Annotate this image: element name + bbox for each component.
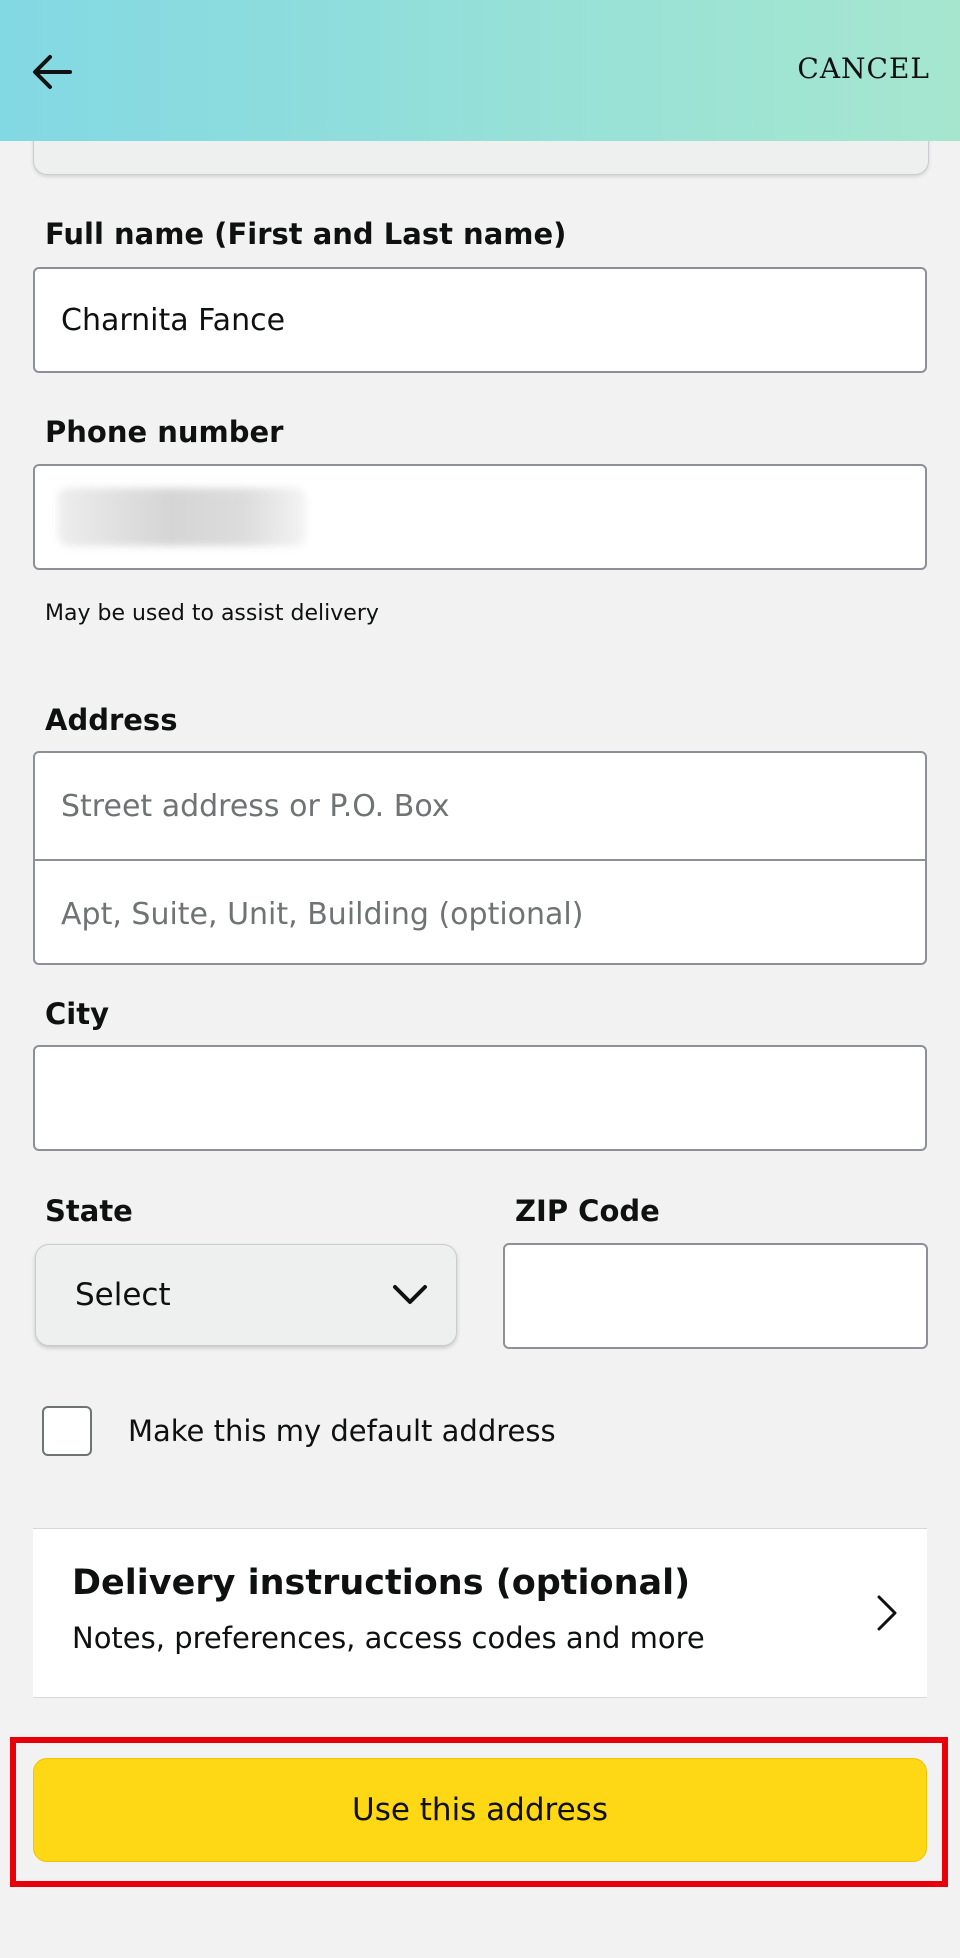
top-app-bar: CANCEL <box>0 0 960 141</box>
state-label: State <box>45 1194 133 1228</box>
default-address-checkbox[interactable] <box>42 1406 92 1456</box>
phone-number-label: Phone number <box>45 415 284 449</box>
street-address-input[interactable] <box>35 753 925 859</box>
delivery-instructions-title: Delivery instructions (optional) <box>72 1563 691 1603</box>
state-selected-value: Select <box>75 1277 171 1313</box>
state-dropdown[interactable]: Select <box>35 1244 457 1346</box>
cancel-button[interactable]: CANCEL <box>797 52 930 85</box>
redacted-phone-number <box>58 488 306 546</box>
address-label: Address <box>45 703 178 737</box>
address-field-group <box>33 751 927 965</box>
delivery-instructions-row[interactable]: Delivery instructions (optional) Notes, … <box>33 1528 927 1698</box>
use-this-address-button[interactable]: Use this address <box>33 1758 927 1862</box>
default-address-row[interactable]: Make this my default address <box>42 1406 556 1456</box>
arrow-left-icon <box>33 55 72 89</box>
phone-hint: May be used to assist delivery <box>45 601 379 626</box>
city-label: City <box>45 997 109 1031</box>
full-name-input[interactable] <box>33 267 927 373</box>
delivery-instructions-subtitle: Notes, preferences, access codes and mor… <box>72 1621 705 1655</box>
full-name-label: Full name (First and Last name) <box>45 217 567 251</box>
back-button[interactable] <box>26 46 78 98</box>
chevron-right-icon <box>877 1595 897 1631</box>
chevron-down-icon <box>393 1285 427 1304</box>
city-input[interactable] <box>33 1045 927 1151</box>
default-address-label: Make this my default address <box>128 1414 556 1448</box>
zip-code-label: ZIP Code <box>515 1194 660 1228</box>
zip-code-input[interactable] <box>503 1243 928 1349</box>
apt-suite-input[interactable] <box>35 861 925 963</box>
